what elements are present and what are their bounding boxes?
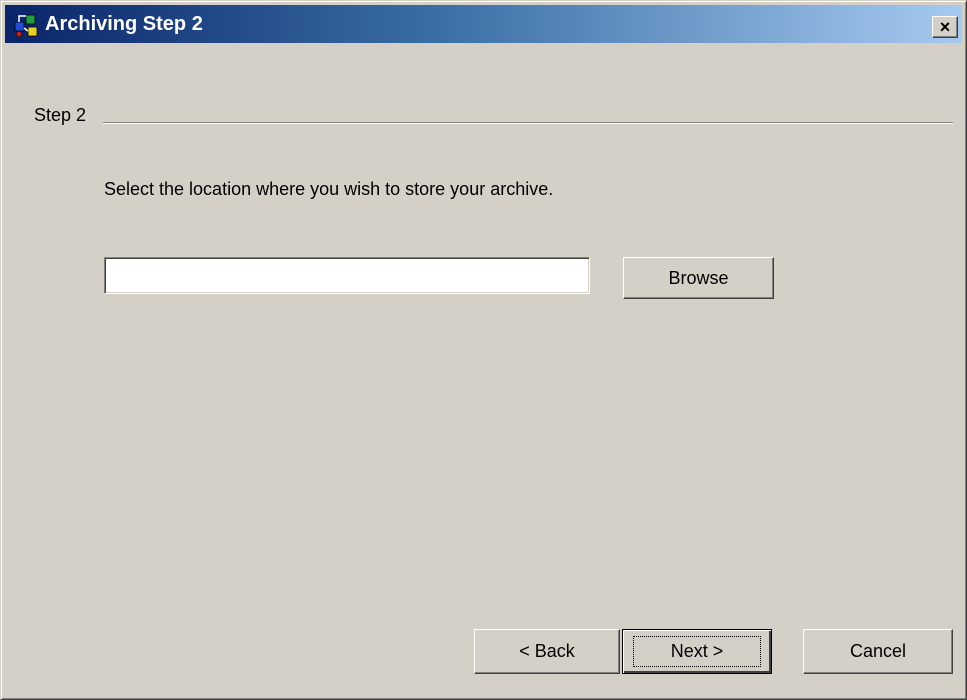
next-button-label: Next > — [670, 641, 724, 661]
step-group-label: Step 2 — [34, 105, 87, 125]
title-bar[interactable]: Archiving Step 2 × — [5, 5, 962, 43]
close-button[interactable]: × — [932, 16, 958, 38]
back-button[interactable]: < Back — [474, 629, 620, 674]
back-button-label: < Back — [519, 641, 575, 661]
browse-button[interactable]: Browse — [623, 257, 774, 299]
browse-button-label: Browse — [668, 267, 729, 288]
archive-wizard-icon — [13, 12, 41, 38]
instruction-text: Select the location where you wish to st… — [104, 179, 554, 199]
cancel-button-label: Cancel — [849, 641, 907, 661]
cancel-button[interactable]: Cancel — [803, 629, 953, 674]
next-button[interactable]: Next > — [622, 629, 772, 674]
close-icon: × — [939, 17, 951, 37]
archive-location-input[interactable] — [104, 257, 590, 294]
archiving-dialog: Archiving Step 2 × Step 2 Select the loc… — [0, 0, 967, 700]
group-divider — [103, 122, 953, 124]
window-title: Archiving Step 2 — [45, 13, 203, 35]
